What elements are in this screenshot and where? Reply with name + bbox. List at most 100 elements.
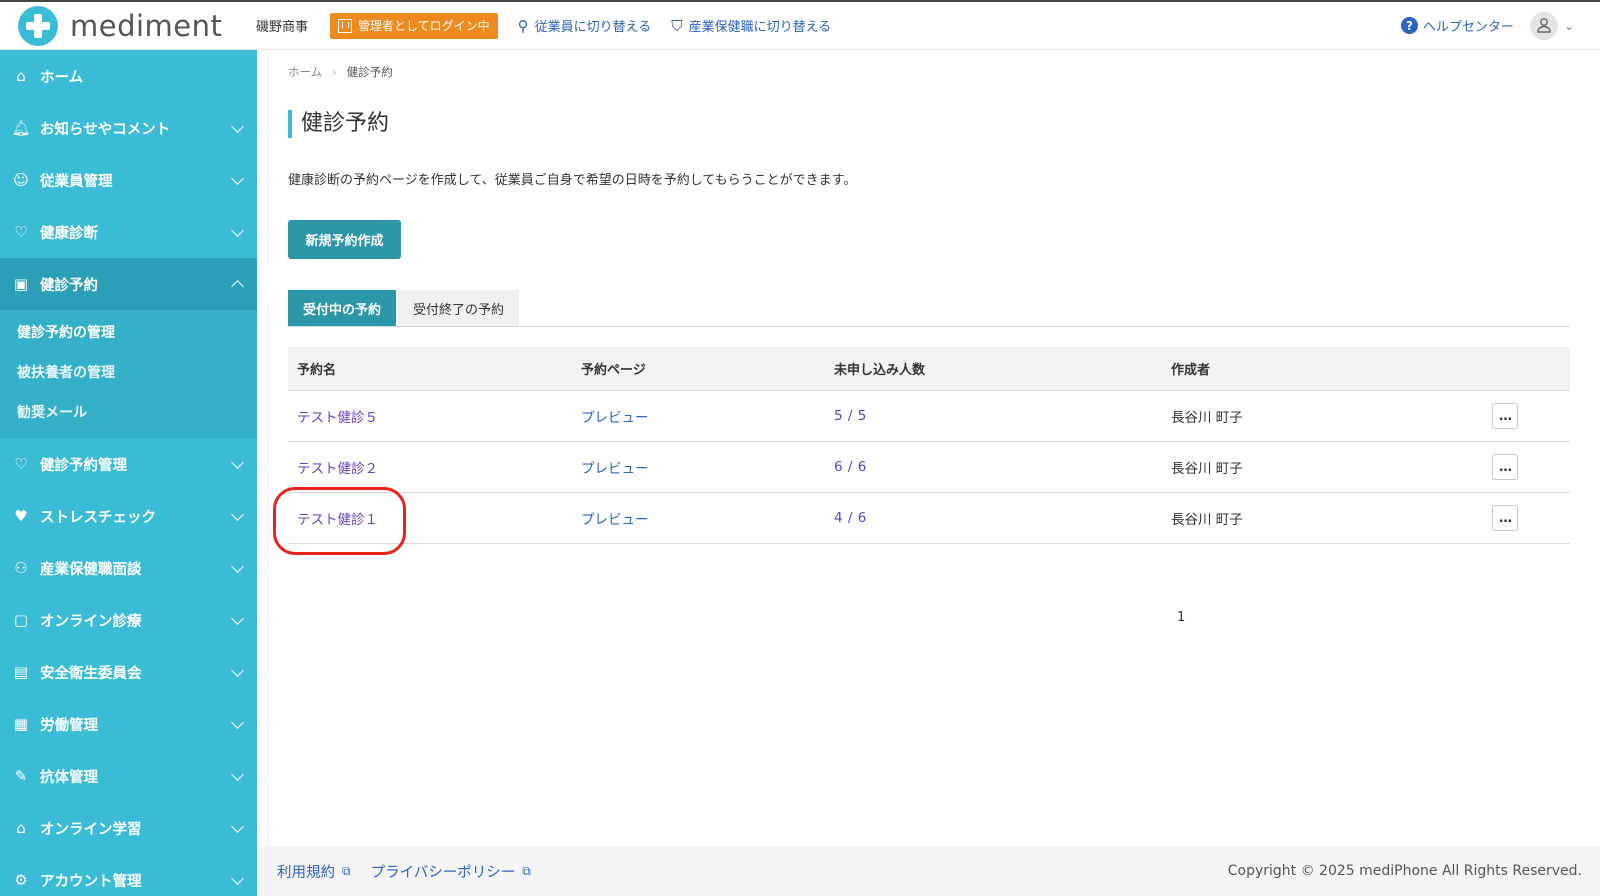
sidebar-item-label: 健康診断 <box>40 225 98 242</box>
switch-to-staff-link[interactable]: ⛉ 産業保健職に切り替える <box>671 16 831 36</box>
sidebar-item-labor-management[interactable]: ▦ 労働管理 <box>0 698 257 750</box>
question-icon: ? <box>1400 17 1418 34</box>
column-header-page: 予約ページ <box>581 363 646 378</box>
chevron-down-icon <box>229 716 245 732</box>
column-header-remaining: 未申し込み人数 <box>834 363 926 378</box>
sidebar-subitem-dependents[interactable]: 被扶養者の管理 <box>0 352 257 392</box>
more-actions-button[interactable]: … <box>1492 403 1518 429</box>
tab-open-reservations[interactable]: 受付中の予約 <box>288 290 397 326</box>
chevron-down-icon <box>229 560 245 576</box>
sidebar-item-notifications[interactable]: 🔔︎ お知らせやコメント <box>0 102 257 154</box>
sidebar-item-label: お知らせやコメント <box>40 121 171 138</box>
reservation-name-link[interactable]: テスト健診５ <box>297 410 378 426</box>
calendar-icon: ▦ <box>13 715 29 733</box>
sidebar-item-home[interactable]: ⌂ ホーム <box>0 50 257 102</box>
bell-icon: 🔔︎ <box>11 119 31 137</box>
breadcrumb-separator-icon: › <box>332 65 337 79</box>
sidebar-item-employees[interactable]: ☺ 従業員管理 <box>0 154 257 206</box>
privacy-link[interactable]: プライバシーポリシー ⧉ <box>371 861 531 882</box>
heart-icon: ♥ <box>14 507 28 525</box>
sidebar-item-stress-check[interactable]: ♥ ストレスチェック <box>0 490 257 542</box>
logo-text: mediment <box>70 8 223 43</box>
sidebar-item-online-learning[interactable]: ⌂ オンライン学習 <box>0 802 257 854</box>
logo[interactable]: mediment <box>18 5 256 46</box>
calendar-icon: ▣ <box>13 275 29 293</box>
more-actions-button[interactable]: … <box>1492 454 1518 480</box>
stethoscope-icon: ♡ <box>14 223 28 241</box>
sidebar-item-label: ホーム <box>40 69 84 86</box>
main-content: ホーム › 健診予約 健診予約 健康診断の予約ページを作成して、従業員ご自身で希… <box>257 50 1600 846</box>
table-row: テスト健診１ プレビュー 4 / 6 長谷川 町子 … <box>288 493 1570 544</box>
more-actions-button[interactable]: … <box>1492 505 1518 531</box>
terms-link[interactable]: 利用規約 ⧉ <box>277 861 351 882</box>
sidebar-item-account[interactable]: ⚙ アカウント管理 <box>0 854 257 896</box>
logo-cross-icon <box>18 5 58 46</box>
sidebar-item-label: オンライン学習 <box>40 821 142 838</box>
sidebar-item-label: 労働管理 <box>40 717 98 734</box>
sidebar-submenu: 健診予約の管理 被扶養者の管理 勧奨メール <box>0 310 257 438</box>
preview-link[interactable]: プレビュー <box>581 512 649 528</box>
chevron-down-icon <box>229 612 245 628</box>
sidebar-item-staff-meeting[interactable]: ⚇ 産業保健職面談 <box>0 542 257 594</box>
remaining-count-link[interactable]: 6 / 6 <box>834 459 867 475</box>
sidebar-item-label: 従業員管理 <box>40 173 113 190</box>
sidebar-item-label: アカウント管理 <box>40 873 142 890</box>
chevron-down-icon <box>229 120 245 136</box>
sidebar-item-label: 安全衛生委員会 <box>40 665 142 682</box>
reservation-table: 予約名 予約ページ 未申し込み人数 作成者 テスト健診５ プレビュー 5 / 5… <box>288 347 1570 544</box>
chevron-down-icon[interactable]: ⌄ <box>1564 19 1574 33</box>
sidebar-item-label: 健診予約管理 <box>40 457 127 474</box>
switch-to-employee-link[interactable]: ⚲ 従業員に切り替える <box>517 16 652 36</box>
preview-link[interactable]: プレビュー <box>581 410 649 426</box>
chevron-down-icon <box>229 820 245 836</box>
breadcrumb-current: 健診予約 <box>346 65 393 79</box>
gear-icon: ⚙ <box>14 871 28 889</box>
breadcrumb-home[interactable]: ホーム <box>288 64 322 80</box>
remaining-count-link[interactable]: 4 / 6 <box>834 510 867 526</box>
pagination-page[interactable]: 1 <box>1177 610 1185 625</box>
header-right: ? ヘルプセンター ⌄ <box>1400 11 1574 40</box>
stethoscope-icon: ♡ <box>14 455 28 473</box>
switch-employee-label: 従業員に切り替える <box>534 20 652 35</box>
sidebar-item-safety-committee[interactable]: ▤ 安全衛生委員会 <box>0 646 257 698</box>
video-icon: ▢ <box>13 611 29 629</box>
table-row: テスト健診２ プレビュー 6 / 6 長谷川 町子 … <box>288 442 1570 493</box>
sidebar-item-antibody[interactable]: ✎ 抗体管理 <box>0 750 257 802</box>
sidebar-item-label: 健診予約 <box>40 277 98 294</box>
sidebar-item-checkup-reservation[interactable]: ▣ 健診予約 <box>0 258 257 310</box>
column-header-name: 予約名 <box>297 363 337 378</box>
document-icon: ▤ <box>13 663 29 681</box>
author-name: 長谷川 町子 <box>1171 410 1243 426</box>
external-link-icon: ⧉ <box>342 863 351 878</box>
sidebar-subitem-reservation-management[interactable]: 健診予約の管理 <box>0 312 257 352</box>
help-center-link[interactable]: ? ヘルプセンター <box>1400 16 1514 35</box>
reservation-name-link[interactable]: テスト健診２ <box>297 461 378 477</box>
page-title: 健診予約 <box>288 110 389 138</box>
sidebar-item-health-check[interactable]: ♡ 健康診断 <box>0 206 257 258</box>
preview-link[interactable]: プレビュー <box>581 461 649 477</box>
remaining-count-link[interactable]: 5 / 5 <box>834 408 867 424</box>
terms-label: 利用規約 <box>277 864 335 881</box>
sidebar-item-online-consultation[interactable]: ▢ オンライン診療 <box>0 594 257 646</box>
sidebar-item-reservation-admin[interactable]: ♡ 健診予約管理 <box>0 438 257 490</box>
sidebar-item-label: 産業保健職面談 <box>40 561 142 578</box>
admin-login-badge: 管理者としてログイン中 <box>330 12 498 39</box>
graduation-icon: ⌂ <box>16 819 26 837</box>
sidebar-subitem-reminder-mail[interactable]: 勧奨メール <box>0 392 257 432</box>
home-icon: ⌂ <box>16 67 26 85</box>
table-header: 予約名 予約ページ 未申し込み人数 作成者 <box>288 347 1570 391</box>
author-name: 長谷川 町子 <box>1171 512 1243 528</box>
sidebar-item-label: ストレスチェック <box>40 509 156 526</box>
syringe-icon: ✎ <box>14 767 28 785</box>
chevron-down-icon <box>229 508 245 524</box>
page-description: 健康診断の予約ページを作成して、従業員ご自身で希望の日時を予約してもらうことがで… <box>288 173 857 188</box>
user-icon <box>1537 18 1551 33</box>
new-reservation-button[interactable]: 新規予約作成 <box>288 220 401 259</box>
avatar[interactable] <box>1529 11 1558 40</box>
chevron-down-icon <box>229 172 245 188</box>
tab-closed-reservations[interactable]: 受付終了の予約 <box>398 290 520 326</box>
footer: 利用規約 ⧉ プライバシーポリシー ⧉ Copyright © 2025 med… <box>257 846 1600 896</box>
sidebar-item-label: オンライン診療 <box>40 613 142 630</box>
coat-icon: ⛉ <box>671 16 683 35</box>
person-icon: ⚲ <box>517 16 529 35</box>
